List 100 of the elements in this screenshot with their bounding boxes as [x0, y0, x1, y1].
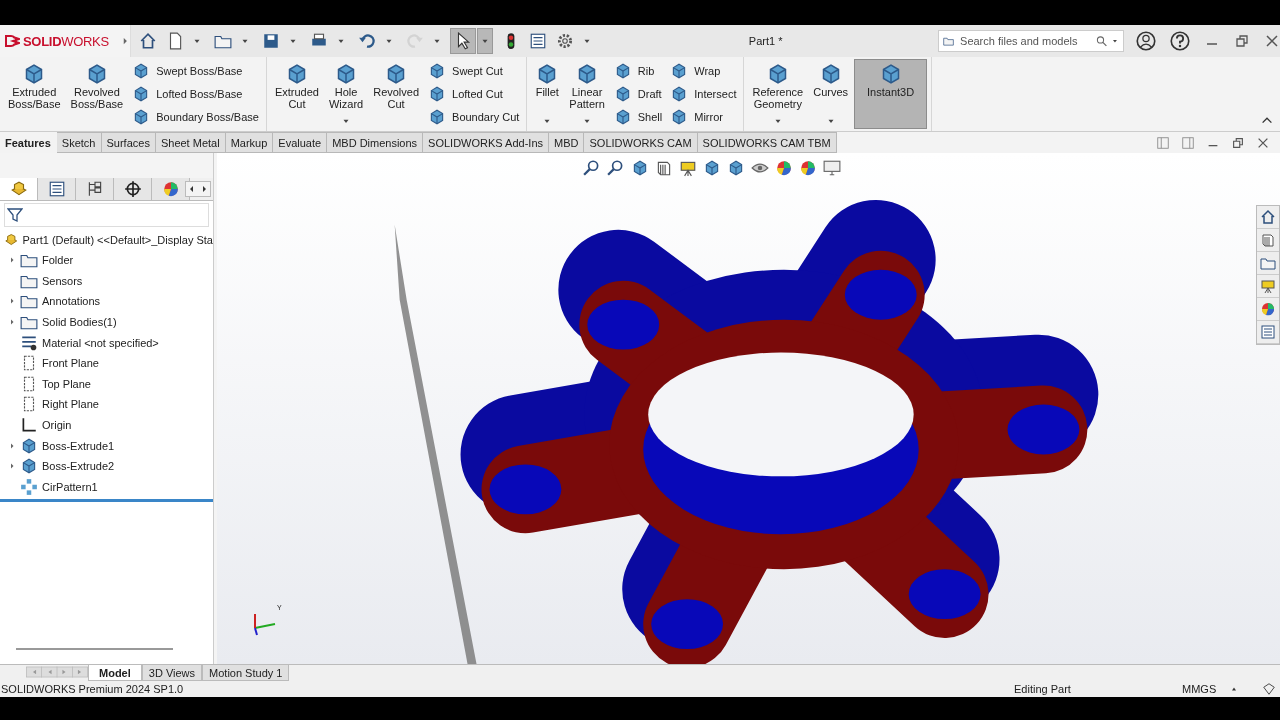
model-tab[interactable]: Motion Study 1 — [202, 665, 290, 681]
dynamic-annotation-icon[interactable] — [679, 159, 697, 177]
filter-icon — [7, 207, 23, 223]
tree-item[interactable]: Annotations — [42, 295, 101, 308]
command-tab[interactable]: Evaluate — [273, 132, 328, 153]
restore-icon[interactable] — [1234, 33, 1250, 49]
command-tab[interactable]: MBD Dimensions — [327, 132, 424, 153]
tree-item[interactable]: Right Plane — [42, 398, 99, 411]
command-tab[interactable]: SOLIDWORKS CAM — [584, 132, 698, 153]
ribbon-button[interactable]: Fillet — [531, 59, 564, 129]
zoom-area-icon[interactable] — [607, 159, 625, 177]
ribbon-button[interactable]: Boundary Boss/Base — [129, 107, 262, 128]
cube-icon — [20, 436, 38, 455]
appearances-tab[interactable] — [1257, 298, 1279, 321]
tree-item[interactable]: Solid Bodies(1) — [42, 316, 117, 329]
ribbon-button[interactable]: Draft — [610, 84, 666, 104]
ribbon-button[interactable]: Revolved Cut — [369, 59, 424, 129]
crosshair-tab[interactable] — [114, 178, 152, 200]
ribbon-button[interactable]: Linear Pattern — [565, 59, 609, 129]
ribbon-button[interactable]: Boundary Cut — [425, 107, 523, 128]
scrollbar[interactable] — [16, 648, 173, 650]
user-icon[interactable] — [1136, 31, 1156, 51]
view-palette-tab[interactable] — [1257, 275, 1279, 298]
tile-right-icon[interactable] — [1181, 135, 1195, 150]
tree-item[interactable]: Folder — [42, 254, 74, 267]
search-field[interactable]: Search files and models — [958, 34, 1093, 48]
ribbon-button[interactable]: Lofted Cut — [425, 84, 523, 104]
rollback-bar[interactable] — [0, 499, 213, 503]
select-arrow-button[interactable] — [449, 28, 476, 54]
tree-item[interactable]: Boss-Extrude2 — [42, 460, 115, 473]
editing-status: Editing Part — [1014, 683, 1072, 695]
expand-arrow-icon[interactable] — [8, 256, 16, 265]
tree-item[interactable]: Front Plane — [42, 357, 99, 370]
tree-item[interactable]: Boss-Extrude1 — [42, 439, 115, 452]
ribbon-button[interactable]: Swept Boss/Base — [129, 60, 262, 81]
ribbon-button[interactable]: Revolved Boss/Base — [66, 59, 128, 129]
undo-icon — [357, 32, 376, 50]
zoom-fit-icon[interactable] — [583, 159, 601, 177]
edit-appearance-icon[interactable] — [775, 159, 793, 177]
ribbon-button[interactable]: Extruded Cut — [270, 59, 323, 129]
command-tab[interactable]: Sheet Metal — [155, 132, 226, 153]
model-tab[interactable]: 3D Views — [141, 665, 203, 681]
ribbon-button[interactable]: Reference Geometry — [748, 59, 808, 129]
tree-item[interactable]: Top Plane — [42, 377, 91, 390]
command-tab[interactable]: Markup — [225, 132, 274, 153]
tree-item[interactable]: Sensors — [42, 274, 83, 287]
expand-arrow-icon[interactable] — [8, 297, 16, 306]
ribbon-button[interactable]: Instant3D — [854, 59, 928, 129]
command-tab[interactable]: Sketch — [56, 132, 102, 153]
restore-icon[interactable] — [1231, 135, 1245, 150]
part-icon — [9, 180, 28, 198]
custom-properties-tab[interactable] — [1257, 321, 1279, 344]
expand-arrow-icon[interactable] — [8, 462, 16, 471]
filter-field[interactable] — [4, 203, 209, 227]
property-list-tab[interactable] — [38, 178, 76, 200]
cube-icon — [20, 457, 38, 476]
view-settings-icon[interactable] — [823, 159, 841, 177]
scroll-arrows-icon[interactable] — [185, 181, 211, 197]
ribbon-button[interactable]: Rib — [610, 60, 666, 81]
help-icon[interactable] — [1170, 31, 1190, 51]
ribbon-button[interactable]: Intersect — [667, 84, 740, 104]
tree-item[interactable]: Part1 (Default) <<Default>_Display Sta — [22, 233, 213, 246]
design-library-icon — [1260, 232, 1276, 248]
caret-up-icon[interactable] — [1230, 685, 1238, 693]
ribbon-button[interactable]: Curves — [809, 59, 853, 129]
search-icon — [1096, 34, 1108, 48]
tile-left-icon[interactable] — [1156, 135, 1170, 150]
tree-item[interactable]: Origin — [42, 419, 72, 432]
color-ball-tab[interactable] — [152, 178, 190, 200]
property-list-icon — [47, 180, 66, 198]
tree-item[interactable]: CirPattern1 — [42, 480, 98, 493]
view-orientation-icon[interactable] — [703, 159, 721, 177]
tree-item[interactable]: Material <not specified> — [42, 336, 159, 349]
ribbon-button[interactable]: Lofted Boss/Base — [129, 84, 262, 104]
ribbon-button[interactable]: Swept Cut — [425, 60, 523, 81]
appearances-icon — [1260, 301, 1276, 317]
command-tab[interactable]: Surfaces — [101, 132, 156, 153]
model-tab[interactable]: Model — [88, 665, 142, 681]
close-icon[interactable] — [1264, 33, 1280, 49]
configuration-tree-tab[interactable] — [76, 178, 114, 200]
ribbon-button[interactable]: Extruded Boss/Base — [4, 59, 65, 129]
ribbon-button[interactable]: Shell — [610, 107, 666, 128]
previous-view-icon[interactable] — [631, 159, 649, 177]
apply-scene-icon[interactable] — [799, 159, 817, 177]
command-tab[interactable]: SOLIDWORKS Add-Ins — [423, 132, 550, 153]
design-library-tab[interactable] — [1257, 229, 1279, 252]
save-icon — [261, 32, 280, 50]
display-style-icon[interactable] — [727, 159, 745, 177]
ribbon-button[interactable]: Mirror — [667, 107, 740, 128]
command-tab[interactable]: SOLIDWORKS CAM TBM — [697, 132, 837, 153]
expand-arrow-icon[interactable] — [8, 318, 16, 327]
command-tab[interactable]: MBD — [549, 132, 585, 153]
part-tab[interactable] — [0, 178, 38, 200]
home-tab[interactable] — [1257, 206, 1279, 229]
ribbon-button[interactable]: Wrap — [667, 60, 740, 81]
unit-system[interactable]: MMGS — [1182, 683, 1230, 695]
ribbon-button[interactable]: Hole Wizard — [324, 59, 368, 129]
search-box[interactable]: Search files and models — [938, 30, 1124, 52]
section-view-icon[interactable] — [655, 159, 673, 177]
expand-arrow-icon[interactable] — [8, 441, 16, 450]
